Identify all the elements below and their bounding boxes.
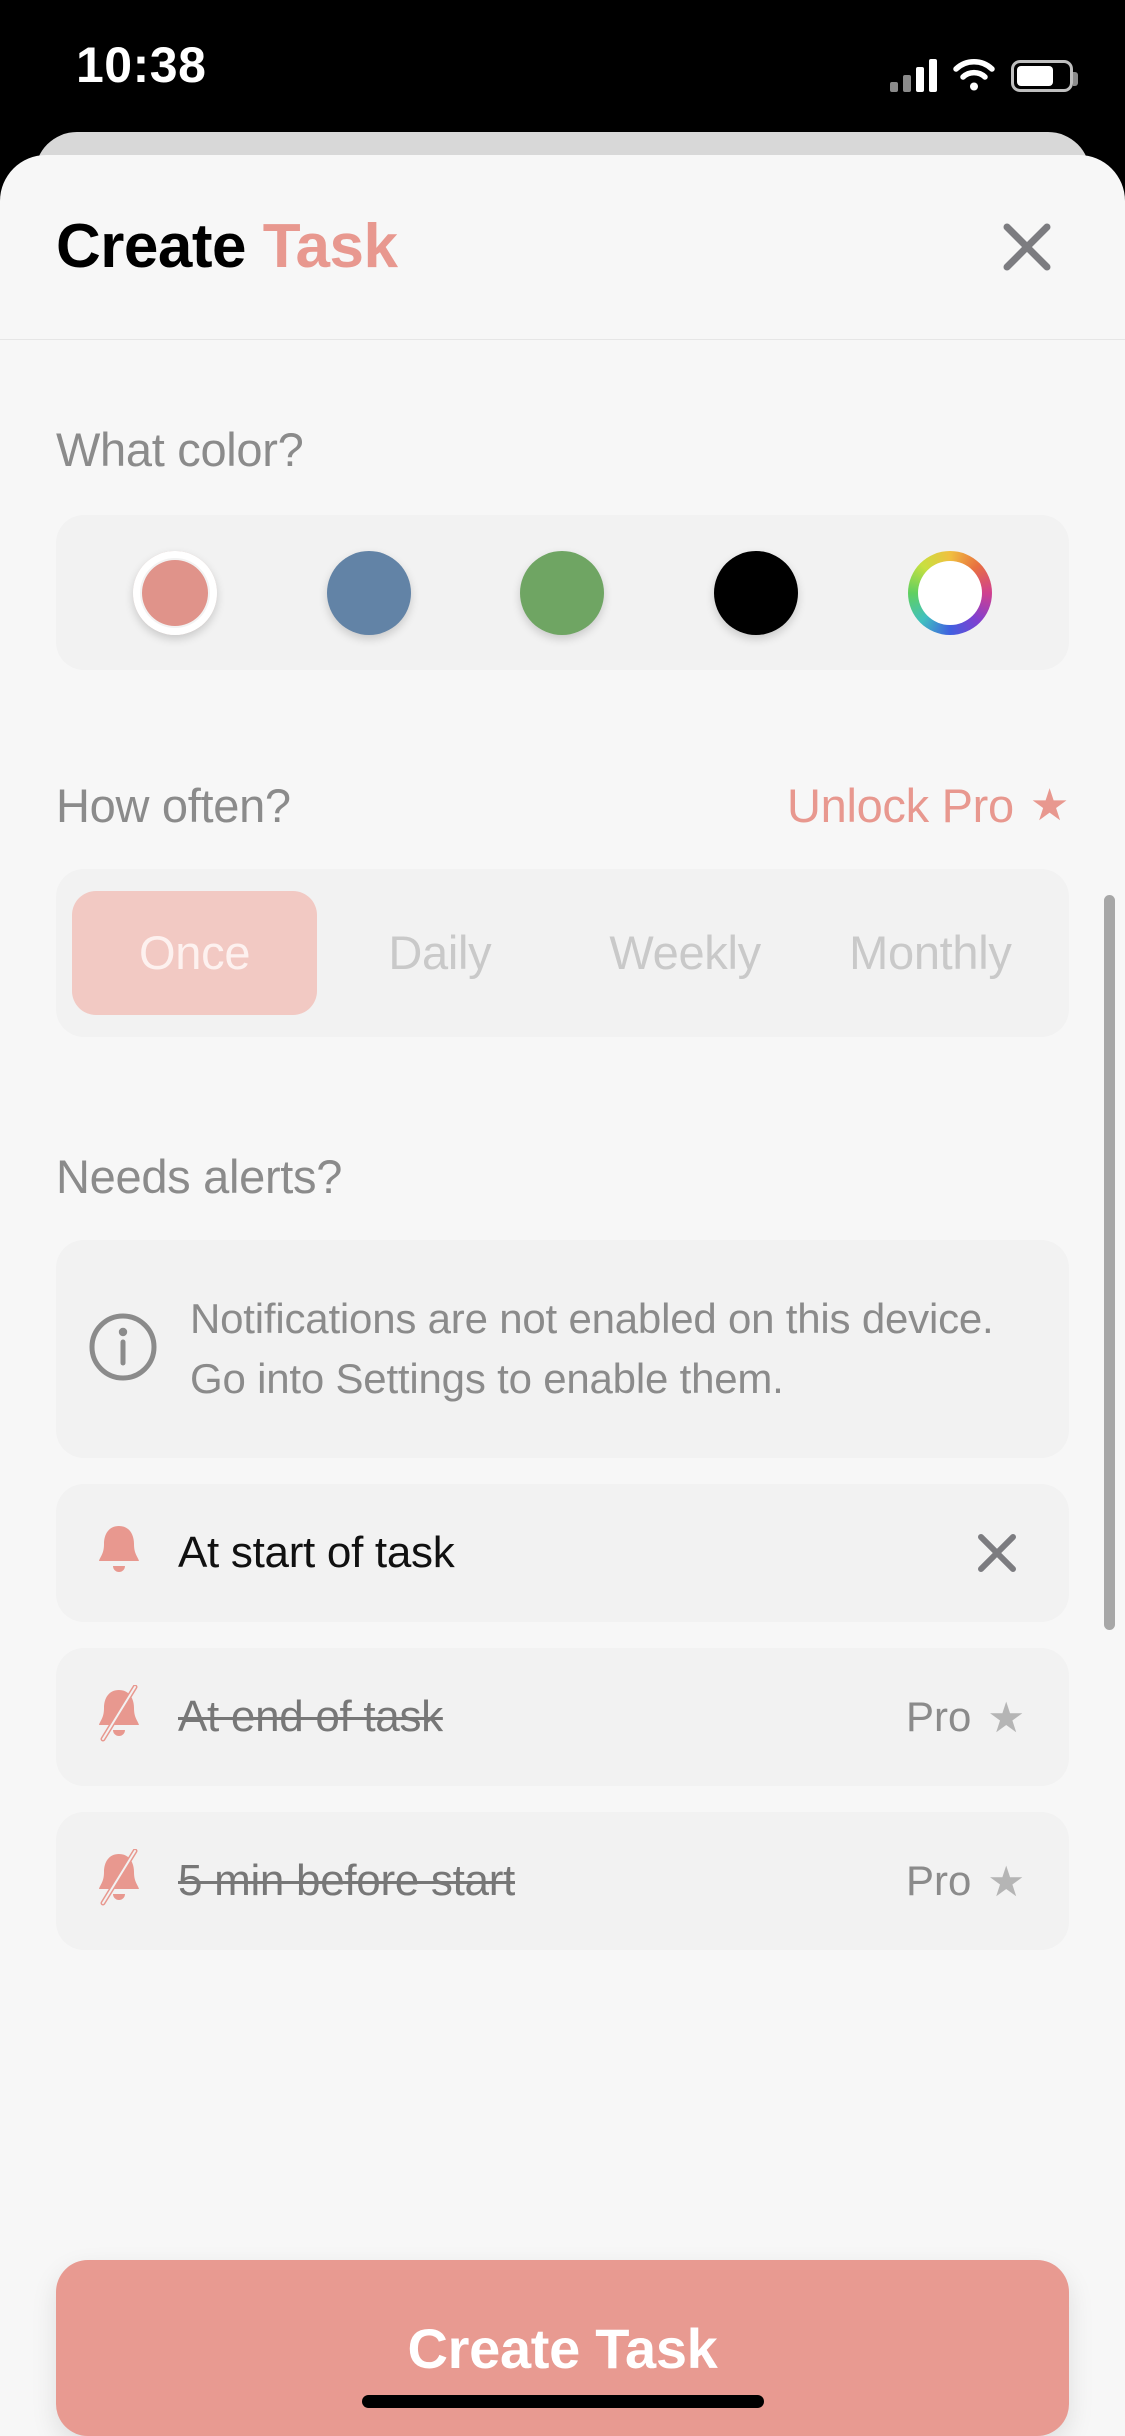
alert-row[interactable]: 5 min before start Pro ★ xyxy=(56,1812,1069,1950)
notifications-disabled-text: Notifications are not enabled on this de… xyxy=(190,1295,994,1402)
color-swatch-blue[interactable] xyxy=(326,550,411,635)
create-task-sheet: Create Task What color? How often? Unloc… xyxy=(0,155,1125,2436)
bell-icon xyxy=(92,1521,146,1586)
status-indicators xyxy=(890,42,1078,92)
page-title: Create Task xyxy=(56,216,398,278)
alert-row-label: At end of task xyxy=(178,1692,443,1741)
frequency-option-monthly[interactable]: Monthly xyxy=(808,891,1053,1015)
pro-badge[interactable]: Pro ★ xyxy=(906,1857,1025,1906)
unlock-pro-label: Unlock Pro xyxy=(786,779,1014,832)
alert-row-label: 5 min before start xyxy=(178,1856,515,1905)
status-time: 10:38 xyxy=(76,37,207,93)
remove-alert-icon[interactable] xyxy=(969,1525,1025,1581)
battery-icon xyxy=(1011,60,1078,92)
home-indicator[interactable] xyxy=(361,2395,764,2408)
color-swatch-custom-picker[interactable] xyxy=(908,550,993,635)
create-task-button[interactable]: Create Task xyxy=(56,2260,1069,2436)
sheet-body: What color? How often? Unlock Pro ★ Once… xyxy=(0,422,1125,1950)
pro-badge[interactable]: Pro ★ xyxy=(906,1693,1025,1742)
frequency-section-label: How often? xyxy=(56,779,291,832)
page-title-accent: Task xyxy=(262,212,398,281)
star-icon: ★ xyxy=(987,1857,1025,1905)
alerts-section-label: Needs alerts? xyxy=(56,1150,343,1203)
sheet-header: Create Task xyxy=(0,155,1125,340)
frequency-option-weekly[interactable]: Weekly xyxy=(563,891,808,1015)
pro-badge-label: Pro xyxy=(905,1693,972,1740)
alert-row[interactable]: At start of task xyxy=(56,1484,1069,1622)
color-swatch-group xyxy=(56,515,1069,670)
info-circle-icon xyxy=(86,1310,160,1389)
alerts-section: Needs alerts? Notifications are not enab… xyxy=(56,1149,1069,1950)
color-swatch-salmon[interactable] xyxy=(132,550,217,635)
bell-slash-icon xyxy=(92,1684,146,1750)
cta-container: Create Task xyxy=(0,2260,1125,2436)
cellular-signal-icon xyxy=(890,58,937,92)
star-icon: ★ xyxy=(987,1693,1025,1741)
frequency-segmented-control: Once Daily Weekly Monthly xyxy=(56,869,1069,1037)
alert-row[interactable]: At end of task Pro ★ xyxy=(56,1648,1069,1786)
color-section-label: What color? xyxy=(56,423,304,476)
color-swatch-green[interactable] xyxy=(520,550,605,635)
close-icon[interactable] xyxy=(991,211,1063,283)
color-section: What color? xyxy=(56,422,1069,670)
wifi-icon xyxy=(953,58,995,92)
frequency-option-daily[interactable]: Daily xyxy=(317,891,562,1015)
star-icon: ★ xyxy=(1029,780,1069,830)
pro-badge-label: Pro xyxy=(905,1857,972,1904)
unlock-pro-button[interactable]: Unlock Pro ★ xyxy=(787,778,1069,833)
status-bar: 10:38 xyxy=(0,0,1125,140)
notifications-disabled-banner: Notifications are not enabled on this de… xyxy=(56,1240,1069,1458)
alert-row-label: At start of task xyxy=(178,1528,455,1577)
color-swatch-black[interactable] xyxy=(714,550,799,635)
frequency-section: How often? Unlock Pro ★ Once Daily Weekl… xyxy=(56,778,1069,1037)
vertical-scrollbar[interactable] xyxy=(1104,895,1115,1630)
bell-slash-icon xyxy=(92,1848,146,1914)
page-title-primary: Create xyxy=(56,212,247,281)
frequency-option-once[interactable]: Once xyxy=(72,891,318,1015)
